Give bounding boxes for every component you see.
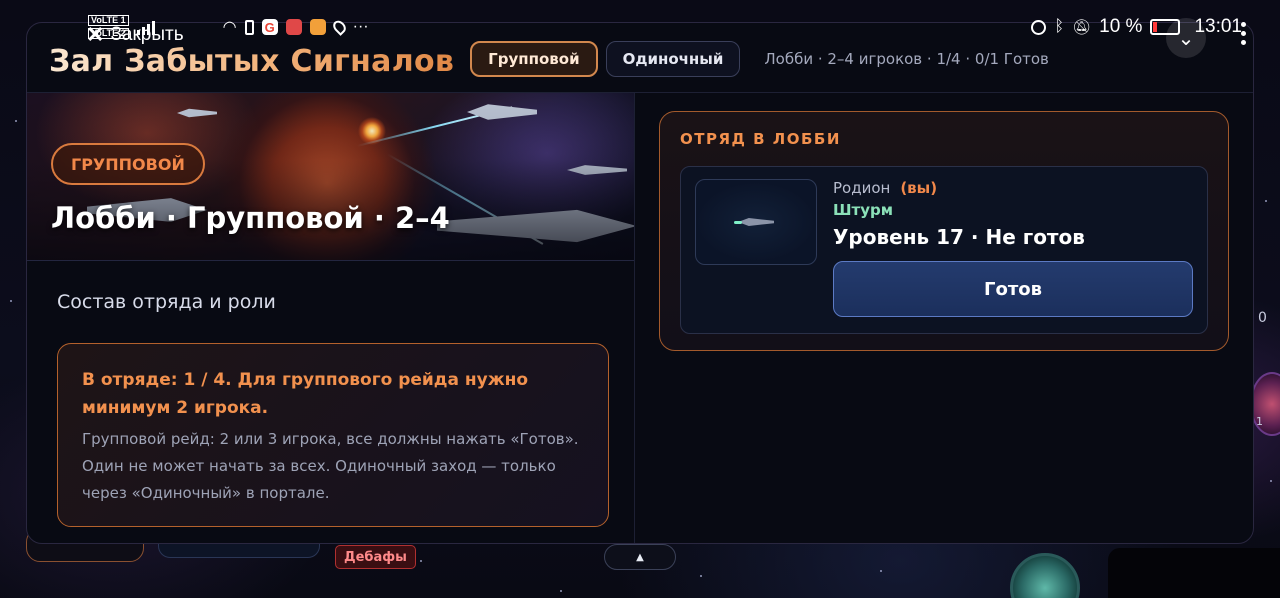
hero-title: Лобби · Групповой · 2–4	[51, 201, 450, 235]
close-label: Закрыть	[110, 24, 184, 45]
you-label: (вы)	[900, 179, 938, 197]
scroll-up-button[interactable]: ▲	[604, 544, 676, 570]
background-panel	[1108, 548, 1280, 598]
tab-solo-mode[interactable]: Одиночный	[605, 40, 741, 77]
clock: 13:01	[1194, 16, 1242, 37]
edge-counter: 0	[1258, 310, 1267, 326]
right-column: ОТРЯД В ЛОББИ Родион (вы) Штурм Уровень …	[635, 93, 1253, 543]
app-icon-red	[285, 19, 302, 35]
google-icon: G	[261, 19, 278, 35]
member-card: Родион (вы) Штурм Уровень 17 · Не готов …	[680, 166, 1208, 334]
squad-notice: В отряде: 1 / 4. Для группового рейда ну…	[57, 343, 609, 527]
debuffs-badge[interactable]: Дебафы	[335, 545, 416, 569]
lobby-panel: Зал Забытых Сигналов Групповой Одиночный…	[26, 22, 1254, 544]
notice-title: В отряде: 1 / 4. Для группового рейда ну…	[82, 370, 529, 418]
mute-icon: 🔕︎	[1072, 19, 1092, 36]
battery-percent: 10 %	[1099, 16, 1143, 37]
squad-card: ОТРЯД В ЛОББИ Родион (вы) Штурм Уровень …	[659, 111, 1229, 351]
squad-title: ОТРЯД В ЛОББИ	[680, 130, 841, 148]
member-role: Штурм	[833, 201, 893, 219]
member-name: Родион	[833, 179, 891, 197]
lobby-status-text: Лобби · 2–4 игроков · 1/4 · 0/1 Готов	[764, 49, 1049, 68]
status-bar: VoLTE 1 VoLTE 2 ◠ G ··· ᛒ 🔕︎ 10 % 13:01	[88, 12, 1242, 42]
wifi-icon: ◠	[222, 19, 237, 36]
bluetooth-icon: ᛒ	[1054, 18, 1065, 35]
alarm-icon	[1031, 19, 1047, 35]
section-title: Состав отряда и роли	[57, 291, 276, 313]
location-icon	[330, 18, 348, 36]
member-level-status: Уровень 17 · Не готов	[833, 225, 1085, 249]
ship-icon	[738, 218, 774, 226]
battery-icon	[1150, 19, 1181, 35]
edge-counter-small: 1	[1256, 415, 1263, 428]
left-column: ГРУППОВОЙ Лобби · Групповой · 2–4 Состав…	[27, 93, 635, 543]
page-title: Зал Забытых Сигналов	[49, 44, 455, 79]
mode-badge: ГРУППОВОЙ	[51, 143, 205, 185]
hero-banner: ГРУППОВОЙ Лобби · Групповой · 2–4	[27, 93, 634, 261]
tab-group-mode[interactable]: Групповой	[470, 40, 598, 77]
play-icon	[309, 19, 326, 35]
ship-avatar	[695, 179, 817, 265]
kebab-menu-icon[interactable]	[1241, 22, 1246, 45]
phone-icon	[244, 19, 254, 35]
close-icon: ✕	[86, 22, 105, 47]
close-button[interactable]: ✕ Закрыть	[86, 24, 184, 46]
ready-button[interactable]: Готов	[833, 261, 1193, 317]
more-notifications-icon: ···	[352, 18, 369, 35]
notice-text: Групповой рейд: 2 или 3 игрока, все долж…	[82, 430, 579, 502]
